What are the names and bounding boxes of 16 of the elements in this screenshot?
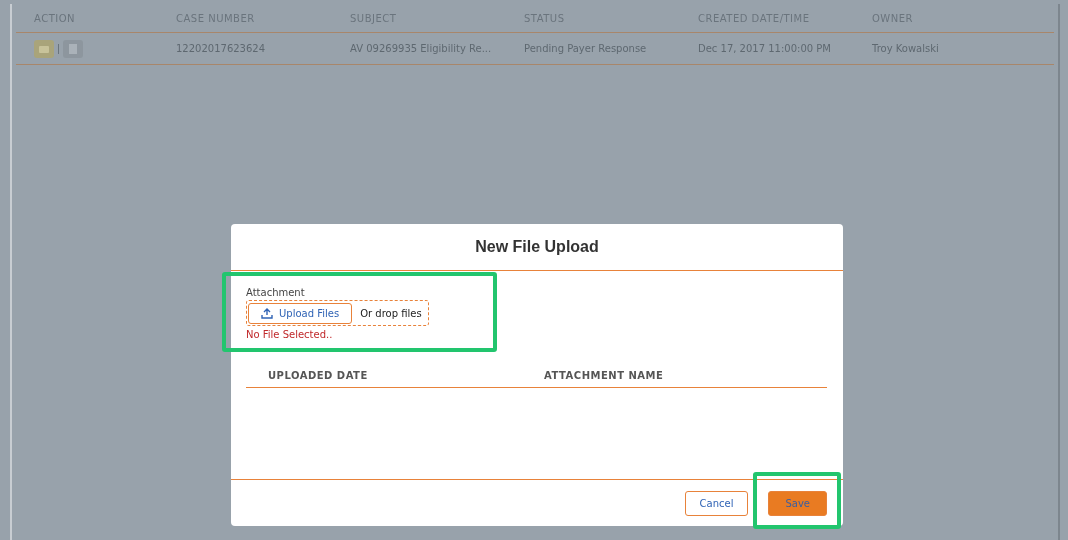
error-message: No File Selected.. — [246, 329, 333, 340]
upload-files-button[interactable]: Upload Files — [248, 302, 353, 324]
table-cell-text: AV 09269935 Eligibility Re... — [350, 43, 493, 54]
cancel-button[interactable]: Cancel — [684, 490, 749, 516]
drop-hint: Or drop files — [360, 307, 422, 319]
column-header: UPLOADED DATE — [267, 370, 369, 381]
column-header: ATTACHMENT NAME — [544, 370, 664, 381]
upload-icon — [261, 307, 273, 319]
table-cell-text: 12202017623624 — [176, 43, 267, 54]
document-icon[interactable] — [63, 39, 83, 58]
table-cell-text: Pending Payer Response — [524, 43, 648, 54]
field-label: Attachment — [246, 287, 305, 298]
table-cell-text: Dec 17, 2017 11:00:00 PM — [698, 43, 832, 54]
table-cell-text: Troy Kowalski — [872, 43, 940, 54]
drop-zone[interactable]: Upload Files Or drop files — [246, 300, 429, 326]
dialog-title: New File Upload — [475, 238, 599, 256]
